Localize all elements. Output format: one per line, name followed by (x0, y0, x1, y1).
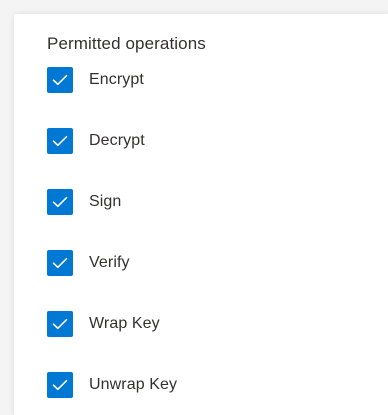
checkmark-icon (52, 74, 68, 86)
checkmark-icon (52, 196, 68, 208)
section-title: Permitted operations (47, 34, 206, 53)
wrap-key-checkbox[interactable] (47, 311, 73, 337)
decrypt-checkbox[interactable] (47, 128, 73, 154)
operation-wrap-key[interactable]: Wrap Key (47, 310, 177, 338)
sign-label: Sign (89, 193, 122, 210)
operation-sign[interactable]: Sign (47, 188, 177, 216)
operation-verify[interactable]: Verify (47, 249, 177, 277)
verify-checkbox[interactable] (47, 250, 73, 276)
unwrap-key-label: Unwrap Key (89, 376, 178, 393)
permitted-operations-panel: Permitted operations Encrypt Decrypt Sig… (14, 14, 388, 415)
checkmark-icon (52, 257, 68, 269)
checkmark-icon (52, 379, 68, 391)
wrap-key-label: Wrap Key (89, 315, 160, 332)
operations-list: Encrypt Decrypt Sign Verify Wrap Key Unw… (47, 66, 177, 399)
checkmark-icon (52, 318, 68, 330)
encrypt-label: Encrypt (89, 71, 144, 88)
operation-unwrap-key[interactable]: Unwrap Key (47, 371, 177, 399)
checkmark-icon (52, 135, 68, 147)
verify-label: Verify (89, 254, 130, 271)
decrypt-label: Decrypt (89, 132, 145, 149)
unwrap-key-checkbox[interactable] (47, 372, 73, 398)
sign-checkbox[interactable] (47, 189, 73, 215)
encrypt-checkbox[interactable] (47, 67, 73, 93)
operation-encrypt[interactable]: Encrypt (47, 66, 177, 94)
operation-decrypt[interactable]: Decrypt (47, 127, 177, 155)
